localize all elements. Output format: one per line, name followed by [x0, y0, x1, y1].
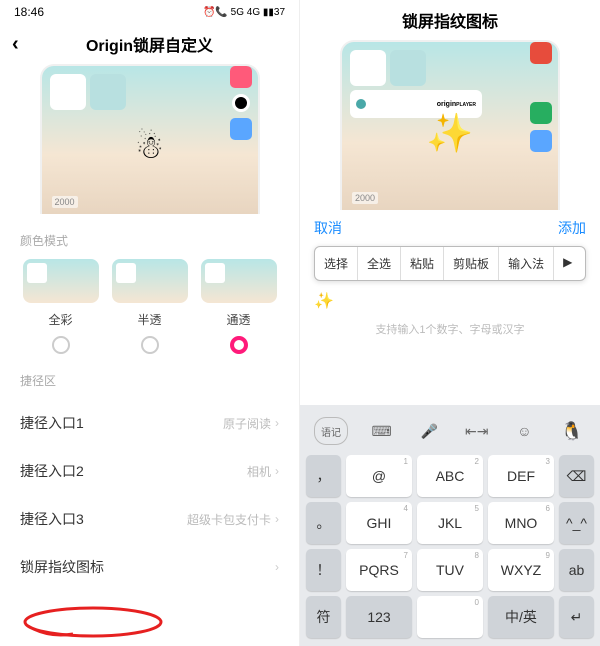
key-@[interactable]: @1 [346, 455, 412, 497]
ctx-clipboard[interactable]: 剪贴板 [444, 247, 499, 280]
ctx-select[interactable]: 选择 [315, 247, 358, 280]
preview-app-icon [230, 66, 252, 88]
ctx-paste[interactable]: 粘贴 [401, 247, 444, 280]
preview-app-icon [530, 42, 552, 64]
shortcut-row-3[interactable]: 捷径入口3 超级卡包支付卡› [0, 495, 299, 543]
preview-app-icon [530, 130, 552, 152]
input-value: ✨ [314, 293, 334, 310]
kb-emoji-icon[interactable]: ☺ [510, 417, 538, 445]
key-WXYZ[interactable]: WXYZ9 [488, 549, 554, 591]
kb-mic-icon[interactable]: 🎤 [415, 417, 443, 445]
input-field[interactable]: ✨ [300, 285, 600, 317]
kb-avatar-icon[interactable]: 🐧 [558, 417, 586, 445]
ctx-selectall[interactable]: 全选 [358, 247, 401, 280]
key-。[interactable]: 。 [306, 502, 341, 544]
lockscreen-preview: 2000 ☃ [40, 64, 260, 214]
page-title-left: Origin锁屏自定义 [86, 32, 213, 56]
radio-unchecked[interactable] [141, 336, 159, 354]
kb-keyboard-icon[interactable]: ⌨ [368, 417, 396, 445]
ctx-ime[interactable]: 输入法 [499, 247, 554, 280]
key-MNO[interactable]: MNO6 [488, 502, 554, 544]
key-^_^[interactable]: ^_^ [559, 502, 594, 544]
annotation-highlight [18, 604, 168, 640]
key-符[interactable]: 符 [306, 596, 341, 638]
mode-thumb [112, 259, 188, 303]
key-，[interactable]: ， [306, 455, 341, 497]
ctx-more-icon[interactable]: ▶ [554, 247, 581, 280]
keyboard: 语记 ⌨ 🎤 ⇤⇥ ☺ 🐧 ，@1ABC2DEF3⌫ 。GHI4JKL5MNO6^… [300, 405, 600, 646]
mode-thumb [23, 259, 99, 303]
cancel-button[interactable]: 取消 [314, 218, 342, 238]
sparkle-icon: ✨ [426, 112, 473, 156]
input-hint: 支持输入1个数字、字母或汉字 [300, 317, 600, 347]
radio-checked[interactable] [230, 336, 248, 354]
kb-cursor-icon[interactable]: ⇤⇥ [463, 417, 491, 445]
header-left: ‹ Origin锁屏自定义 [0, 24, 299, 64]
section-color-label: 颜色模式 [0, 214, 299, 259]
chevron-right-icon: › [275, 416, 279, 430]
header-right: 锁屏指纹图标 [300, 0, 600, 40]
mode-transparent[interactable]: 通透 [199, 259, 279, 354]
shortcut-row-1[interactable]: 捷径入口1 原子阅读› [0, 399, 299, 447]
kb-voice-pill[interactable]: 语记 [314, 417, 348, 445]
page-title-right: 锁屏指纹图标 [402, 8, 498, 32]
key-GHI[interactable]: GHI4 [346, 502, 412, 544]
left-screen: 18:46 ⏰📞 5G 4G ▮▮37 ‹ Origin锁屏自定义 2000 ☃… [0, 0, 300, 646]
mode-fullcolor[interactable]: 全彩 [21, 259, 101, 354]
radio-unchecked[interactable] [52, 336, 70, 354]
input-action-bar: 取消 添加 [300, 210, 600, 242]
status-bar: 18:46 ⏰📞 5G 4G ▮▮37 [0, 0, 299, 24]
lockscreen-preview-right: originPLAYER 2000 ✨ [340, 40, 560, 210]
key-PQRS[interactable]: PQRS7 [346, 549, 412, 591]
right-screen: 锁屏指纹图标 originPLAYER 2000 ✨ 取消 添加 选择 全选 粘… [300, 0, 600, 646]
key-⌫[interactable]: ⌫ [559, 455, 594, 497]
section-shortcut-label: 捷径区 [0, 354, 299, 399]
key-中/英[interactable]: 中/英 [488, 596, 554, 638]
key-0[interactable]: 0 [417, 596, 483, 638]
key-DEF[interactable]: DEF3 [488, 455, 554, 497]
fingerprint-icon-row[interactable]: 锁屏指纹图标 › [0, 543, 299, 591]
status-time: 18:46 [14, 5, 44, 19]
mode-semitrans[interactable]: 半透 [110, 259, 190, 354]
status-icons: ⏰📞 5G 4G ▮▮37 [203, 7, 285, 18]
key-↵[interactable]: ↵ [559, 596, 594, 638]
key-TUV[interactable]: TUV8 [417, 549, 483, 591]
add-button[interactable]: 添加 [558, 218, 586, 238]
key-！[interactable]: ！ [306, 549, 341, 591]
snowman-icon: ☃ [135, 128, 164, 166]
color-modes: 全彩 半透 通透 [0, 259, 299, 354]
text-context-menu: 选择 全选 粘贴 剪贴板 输入法 ▶ [314, 246, 586, 281]
key-ABC[interactable]: ABC2 [417, 455, 483, 497]
preview-number: 2000 [352, 192, 378, 204]
keyboard-toolbar: 语记 ⌨ 🎤 ⇤⇥ ☺ 🐧 [304, 411, 596, 451]
chevron-right-icon: › [275, 464, 279, 478]
key-ab[interactable]: ab [559, 549, 594, 591]
preview-camera-icon [232, 94, 250, 112]
key-JKL[interactable]: JKL5 [417, 502, 483, 544]
preview-app-icon [230, 118, 252, 140]
chevron-right-icon: › [275, 560, 279, 574]
preview-number: 2000 [52, 196, 78, 208]
mode-thumb [201, 259, 277, 303]
back-icon[interactable]: ‹ [12, 33, 19, 56]
chevron-right-icon: › [275, 512, 279, 526]
shortcut-row-2[interactable]: 捷径入口2 相机› [0, 447, 299, 495]
preview-phone-icon [530, 102, 552, 124]
key-123[interactable]: 123 [346, 596, 412, 638]
